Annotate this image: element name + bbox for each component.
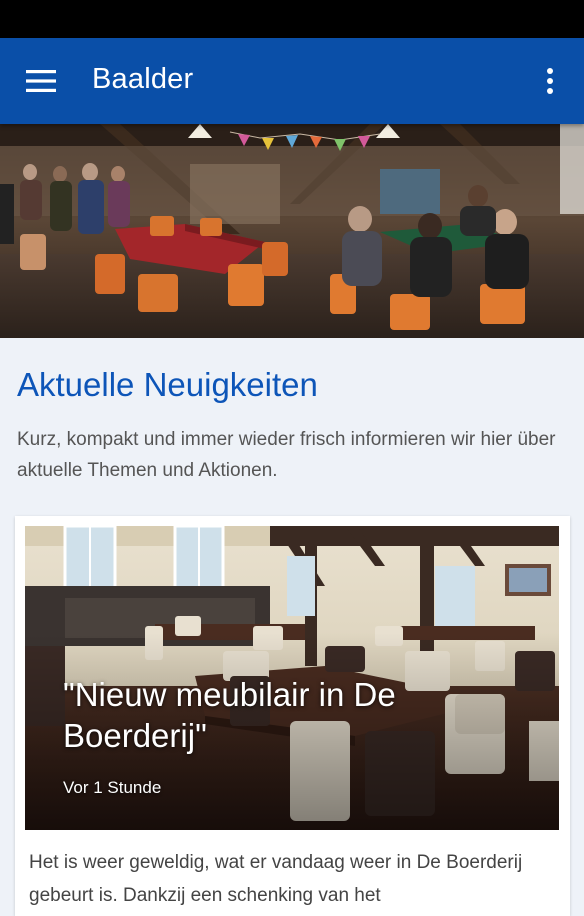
news-card[interactable]: "Nieuw meubilair in De Boerderij" Vor 1 … bbox=[15, 516, 570, 916]
section-intro: Kurz, kompakt und immer wieder frisch in… bbox=[17, 429, 556, 481]
main-content: Aktuelle Neuigkeiten Kurz, kompakt und i… bbox=[0, 338, 584, 916]
news-card-timestamp: Vor 1 Stunde bbox=[63, 778, 162, 797]
app-bar: Baalder bbox=[0, 38, 584, 124]
status-bar bbox=[0, 0, 584, 38]
app-title: Baalder bbox=[92, 63, 194, 95]
news-card-photo[interactable]: "Nieuw meubilair in De Boerderij" Vor 1 … bbox=[25, 526, 559, 830]
section-title: Aktuelle Neuigkeiten bbox=[17, 366, 318, 403]
news-card-headline[interactable]: "Nieuw meubilair in De Boerderij" bbox=[63, 674, 533, 756]
more-vert-icon[interactable] bbox=[532, 60, 568, 102]
hamburger-menu-icon[interactable] bbox=[18, 60, 64, 102]
header-photo bbox=[0, 124, 584, 338]
news-card-excerpt: Het is weer geweldig, wat er vandaag wee… bbox=[29, 852, 523, 906]
